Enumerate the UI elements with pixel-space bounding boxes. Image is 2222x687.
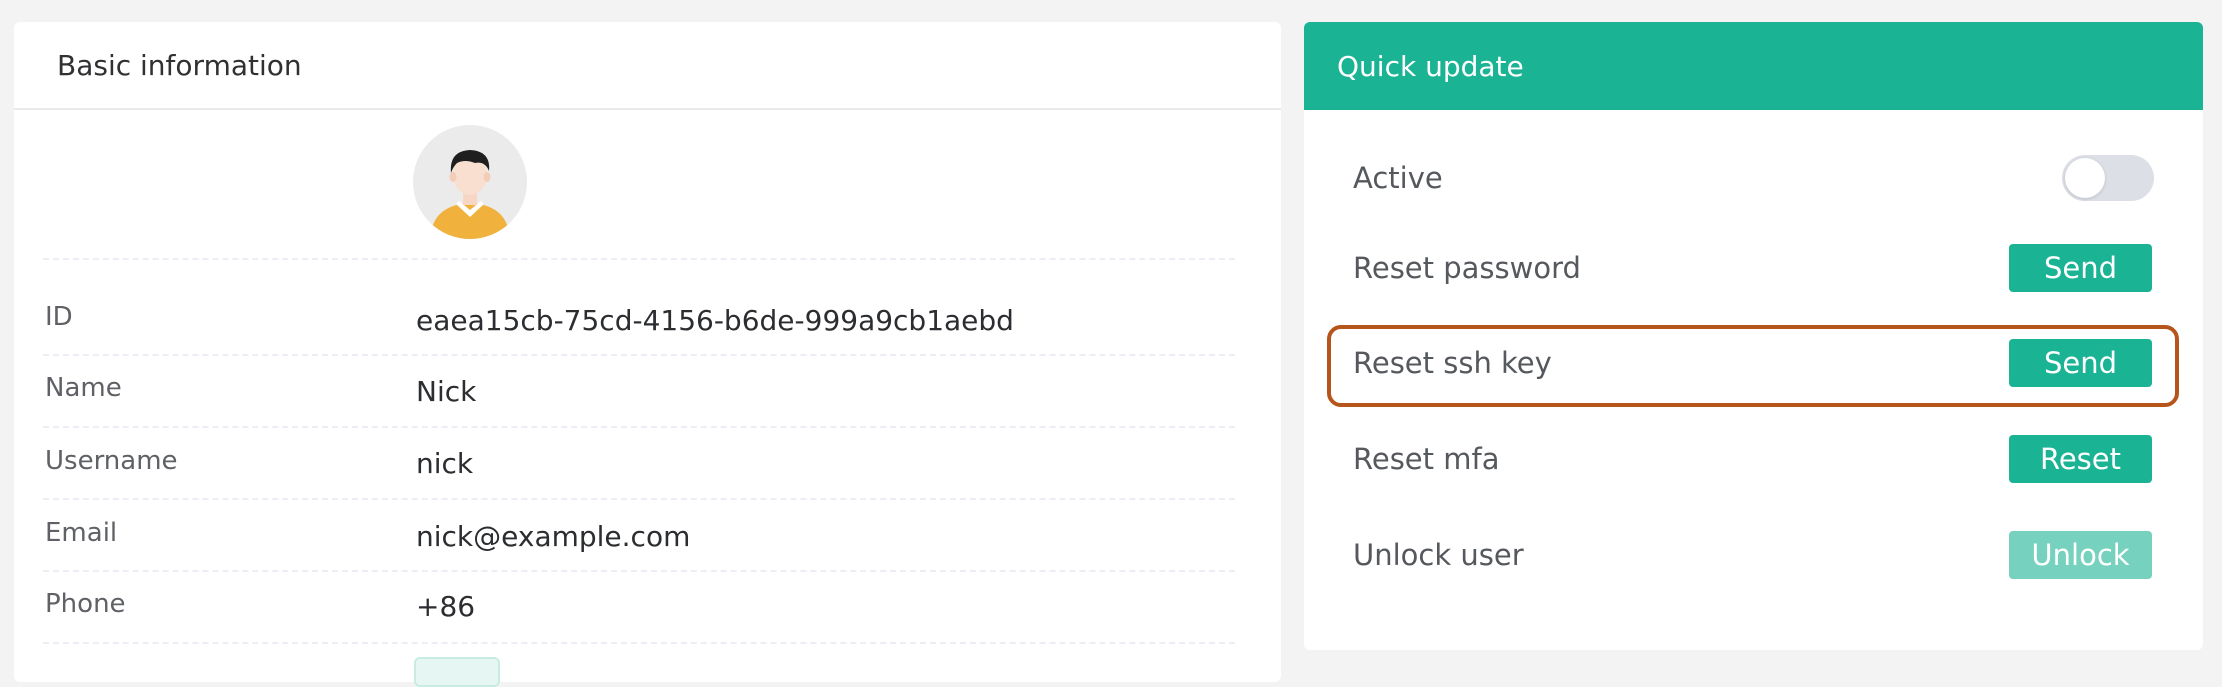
reset-password-label: Reset password [1353, 251, 1581, 285]
reset-password-send-button[interactable]: Send [2009, 244, 2152, 292]
quick-update-title: Quick update [1337, 49, 1524, 83]
reset-ssh-key-label: Reset ssh key [1353, 346, 1552, 380]
phone-value: +86 [416, 590, 476, 623]
quick-row-active: Active [1304, 148, 2203, 208]
quick-row-reset-mfa: Reset mfa Reset [1304, 429, 2203, 489]
active-toggle[interactable] [2062, 155, 2154, 201]
user-avatar-icon [413, 125, 527, 239]
username-label: Username [45, 446, 178, 476]
info-row-phone: Phone +86 [43, 572, 1235, 644]
partial-tag [414, 657, 500, 687]
basic-information-title: Basic information [57, 48, 302, 82]
info-row-username: Username nick [43, 428, 1235, 500]
info-row-email: Email nick@example.com [43, 500, 1235, 572]
quick-row-unlock-user: Unlock user Unlock [1304, 525, 2203, 585]
reset-ssh-key-send-button[interactable]: Send [2009, 339, 2152, 387]
quick-row-reset-password: Reset password Send [1304, 238, 2203, 298]
quick-update-header: Quick update [1304, 22, 2203, 110]
quick-row-reset-ssh-key: Reset ssh key Send [1304, 333, 2203, 393]
info-row-id: ID eaea15cb-75cd-4156-b6de-999a9cb1aebd [43, 284, 1235, 356]
active-label: Active [1353, 161, 1443, 195]
reset-mfa-button[interactable]: Reset [2009, 435, 2152, 483]
name-label: Name [45, 373, 122, 403]
email-label: Email [45, 518, 118, 548]
email-value: nick@example.com [416, 520, 691, 553]
avatar-row [43, 90, 1235, 260]
toggle-knob [2065, 158, 2105, 198]
id-label: ID [45, 302, 73, 332]
id-value: eaea15cb-75cd-4156-b6de-999a9cb1aebd [416, 304, 1014, 337]
quick-update-card: Quick update Active Reset password Send … [1304, 22, 2203, 650]
username-value: nick [416, 447, 474, 480]
name-value: Nick [416, 375, 477, 408]
unlock-user-label: Unlock user [1353, 538, 1524, 572]
unlock-user-button[interactable]: Unlock [2009, 531, 2152, 579]
reset-mfa-label: Reset mfa [1353, 442, 1500, 476]
info-row-name: Name Nick [43, 356, 1235, 428]
phone-label: Phone [45, 589, 126, 619]
